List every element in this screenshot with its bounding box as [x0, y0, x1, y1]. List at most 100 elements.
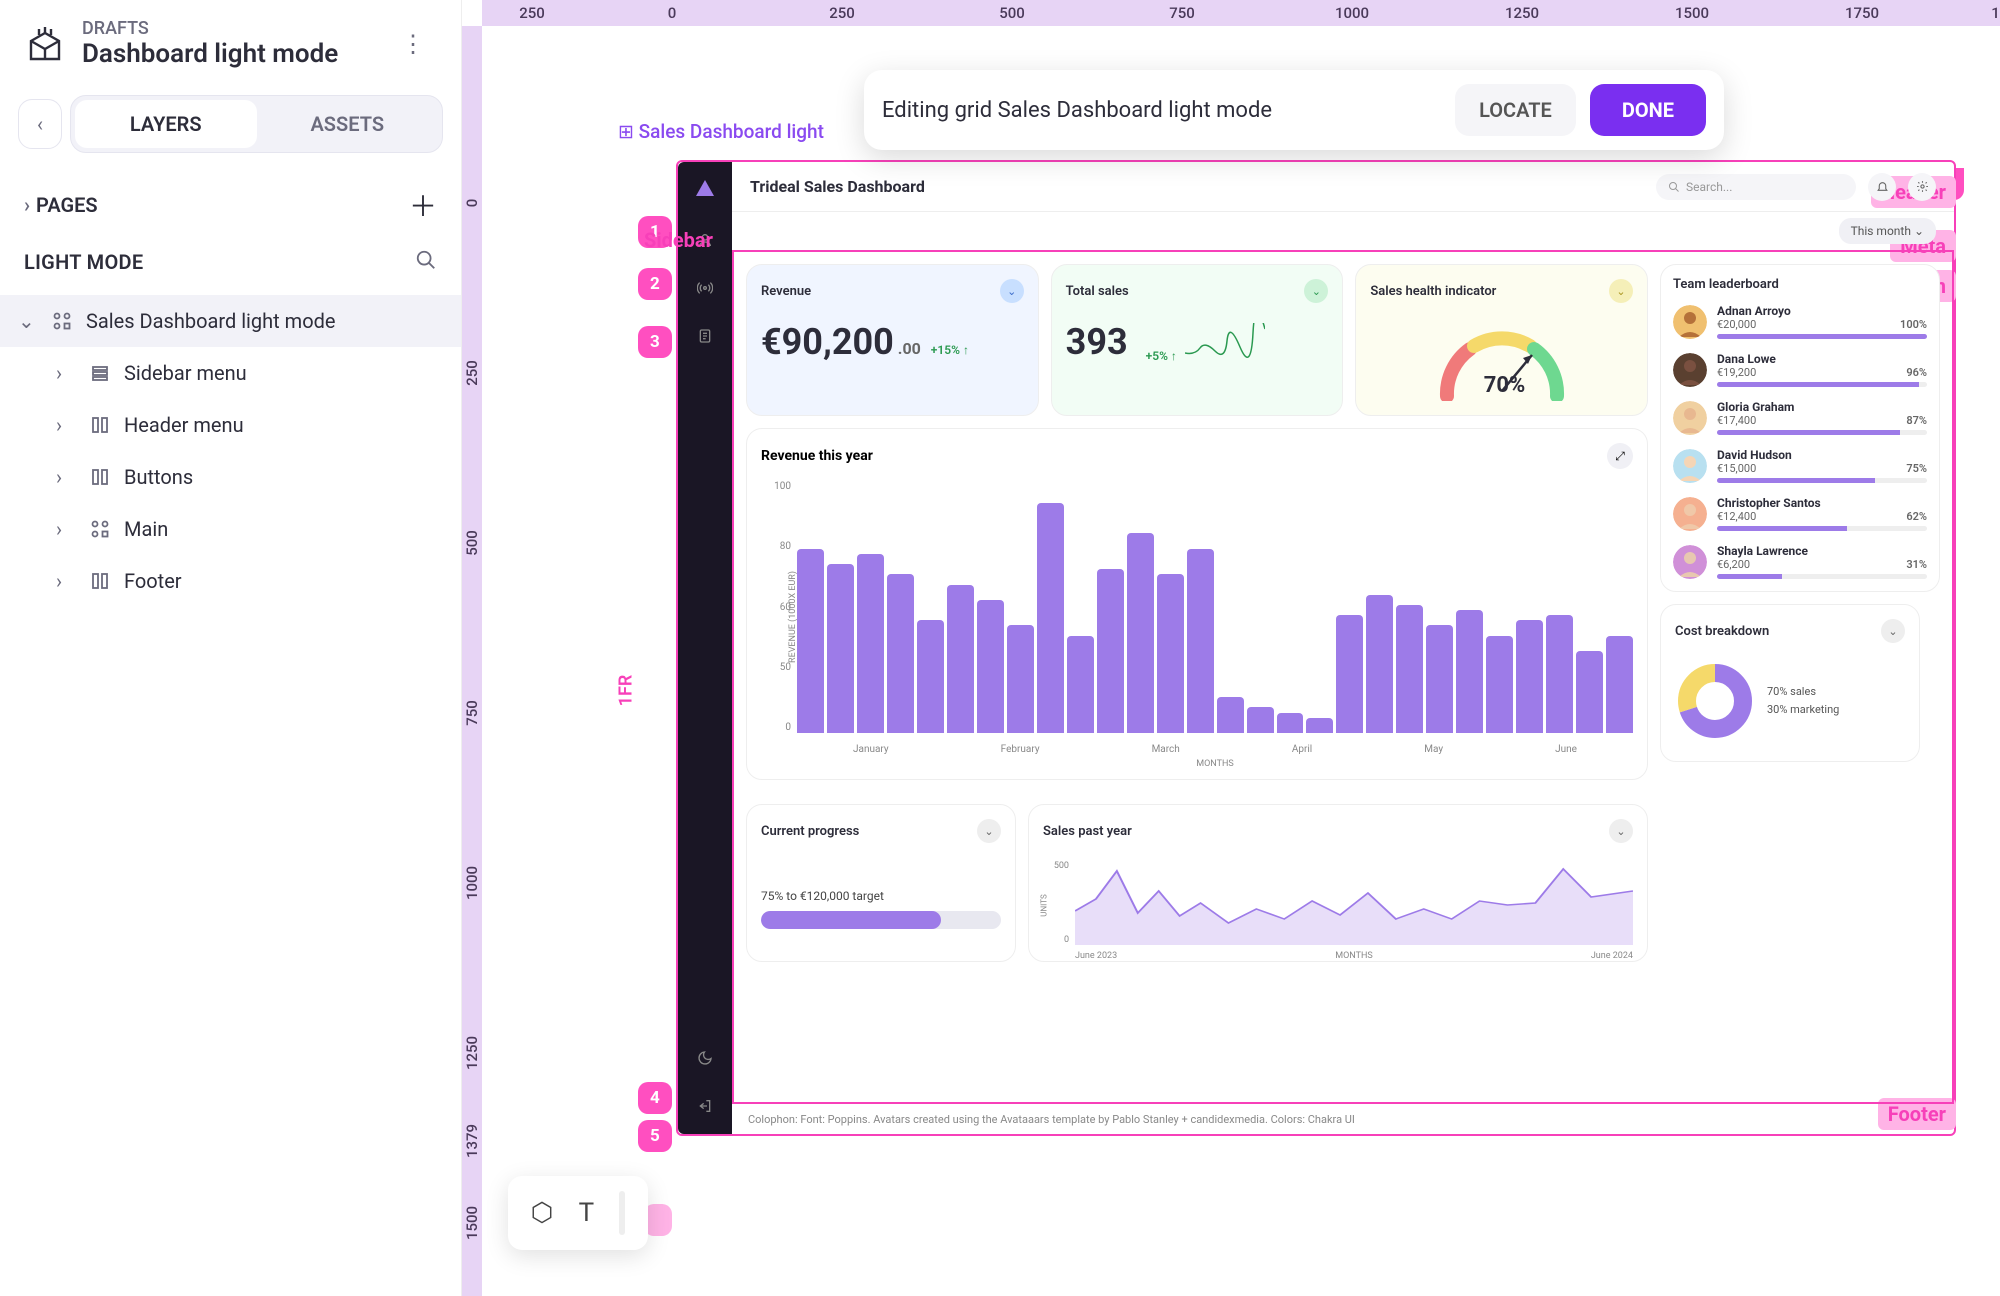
region-tag-sidebar: Sidebar	[644, 228, 713, 252]
dash-main: Revenue⌄ €90,200.00+15% ↑ Total sales⌄ 3…	[732, 250, 1954, 1104]
dash-title: Trideal Sales Dashboard	[750, 177, 1644, 196]
gear-icon[interactable]	[1908, 173, 1936, 201]
tree-label: Buttons	[124, 465, 193, 489]
leader-item[interactable]: Shayla Lawrence€6,20031%	[1673, 544, 1927, 579]
project-icon	[24, 23, 66, 65]
tree-label: Sidebar menu	[124, 361, 247, 385]
chevron-down-icon[interactable]: ⌄	[1881, 619, 1905, 643]
grid-icon	[50, 309, 74, 333]
section-row: LIGHT MODE	[0, 235, 461, 289]
project-drafts-label: DRAFTS	[82, 18, 373, 39]
card-leaderboard: Team leaderboard Adnan Arroyo€20,000100%…	[1660, 264, 1940, 592]
donut-chart	[1675, 661, 1755, 741]
bar-chart: JanuaryFebruaryMarchAprilMayJuneMONTHS	[797, 477, 1633, 757]
columns-icon	[88, 465, 112, 489]
leader-item[interactable]: Christopher Santos€12,40062%	[1673, 496, 1927, 531]
chart-x-axis: JanuaryFebruaryMarchAprilMayJune	[797, 744, 1633, 755]
chevron-down-icon[interactable]: ⌄	[977, 819, 1001, 843]
tree-label: Main	[124, 517, 168, 541]
logout-icon[interactable]	[691, 1092, 719, 1120]
chart-y-axis: 1008060500REVENUE (1000X EUR)	[761, 477, 797, 757]
dash-search-input[interactable]: Search...	[1656, 174, 1856, 200]
card-sales-past-year: Sales past year⌄ 5000UNITS June 2023MONT…	[1028, 804, 1648, 962]
columns-icon	[88, 569, 112, 593]
search-icon[interactable]	[415, 249, 437, 275]
period-selector[interactable]: This month ⌄	[1839, 218, 1936, 244]
tree-item-footer[interactable]: › Footer	[0, 555, 461, 607]
card-total-sales: Total sales⌄ 393+5% ↑	[1051, 264, 1344, 416]
bell-icon[interactable]	[1868, 173, 1896, 201]
tab-layers[interactable]: LAYERS	[75, 100, 257, 148]
leader-item[interactable]: Adnan Arroyo€20,000100%	[1673, 304, 1927, 339]
leader-item[interactable]: Gloria Graham€17,40087%	[1673, 400, 1927, 435]
tab-assets[interactable]: ASSETS	[257, 100, 439, 148]
add-page-button[interactable]: ＋	[409, 185, 437, 225]
grid-tab-row-3[interactable]: 3	[638, 326, 672, 358]
card-health-indicator: Sales health indicator⌄ 70%	[1355, 264, 1648, 416]
tree-item-sidebar-menu[interactable]: › Sidebar menu	[0, 347, 461, 399]
chevron-down-icon[interactable]: ⌄	[1609, 279, 1633, 303]
card-revenue: Revenue⌄ €90,200.00+15% ↑	[746, 264, 1039, 416]
text-tool-icon[interactable]: T	[579, 1198, 595, 1228]
tree-label: Header menu	[124, 413, 244, 437]
project-title: Dashboard light mode	[82, 39, 373, 69]
avatar	[1673, 497, 1707, 531]
grid-icon	[88, 517, 112, 541]
grid-tab-row-4[interactable]: 4	[638, 1082, 672, 1114]
chevron-down-icon[interactable]: ⌄	[1304, 279, 1328, 303]
document-icon[interactable]	[691, 322, 719, 350]
done-button[interactable]: DONE	[1590, 84, 1706, 136]
dash-logo-icon	[693, 176, 717, 206]
grid-tab-row-5[interactable]: 5	[638, 1120, 672, 1152]
moon-icon[interactable]	[691, 1044, 719, 1072]
avatar	[1673, 305, 1707, 339]
tree-label: Sales Dashboard light mode	[86, 309, 336, 333]
chevron-right-icon: ›	[56, 361, 76, 385]
tree-label: Footer	[124, 569, 182, 593]
editor-left-panel: DRAFTS Dashboard light mode ⋮ ‹ LAYERS A…	[0, 0, 462, 1296]
dash-header: Trideal Sales Dashboard Search...	[732, 162, 1954, 212]
locate-button[interactable]: LOCATE	[1455, 84, 1576, 136]
dash-meta: This month ⌄	[732, 212, 1954, 250]
chevron-right-icon: ›	[56, 465, 76, 489]
back-button[interactable]: ‹	[18, 99, 62, 149]
pages-chevron-icon[interactable]: ›	[24, 193, 30, 217]
ruler-vertical: 0 250 500 750 1000 1250 1379 1500	[462, 26, 482, 1296]
leader-item[interactable]: Dana Lowe€19,20096%	[1673, 352, 1927, 387]
tree-item-main[interactable]: › Main	[0, 503, 461, 555]
dash-footer: Colophon: Font: Poppins. Avatars created…	[732, 1104, 1954, 1134]
section-label[interactable]: LIGHT MODE	[24, 250, 143, 274]
chevron-right-icon: ›	[56, 517, 76, 541]
area-chart: June 2023MONTHSJune 2024	[1075, 861, 1633, 961]
tree-item-header-menu[interactable]: › Header menu	[0, 399, 461, 451]
card-revenue-chart: Revenue this year⤢ 1008060500REVENUE (10…	[746, 428, 1648, 780]
shape-tool-icon[interactable]: ⬡	[531, 1198, 554, 1228]
avatar	[1673, 401, 1707, 435]
broadcast-icon[interactable]	[691, 274, 719, 302]
artboard[interactable]: Header Meta Main Footer Trideal Sales Da…	[676, 160, 1956, 1136]
expand-icon[interactable]: ⤢	[1607, 443, 1633, 469]
grid-edit-toolbar: Editing grid Sales Dashboard light mode …	[864, 70, 1724, 150]
avatar	[1673, 545, 1707, 579]
chevron-down-icon[interactable]: ⌄	[1000, 279, 1024, 303]
canvas[interactable]: 250 0 250 500 750 1000 1250 1500 1750 19…	[462, 0, 2000, 1296]
tool-palette: ⬡ T	[508, 1176, 648, 1250]
project-menu-button[interactable]: ⋮	[389, 22, 437, 66]
project-header: DRAFTS Dashboard light mode ⋮	[0, 0, 461, 87]
tree-item-buttons[interactable]: › Buttons	[0, 451, 461, 503]
tree-item-sales-dashboard[interactable]: ⌄ Sales Dashboard light mode	[0, 295, 461, 347]
leader-item[interactable]: David Hudson€15,00075%	[1673, 448, 1927, 483]
pages-label[interactable]: PAGES	[36, 193, 98, 217]
grid-tab-row-2[interactable]: 2	[638, 268, 672, 300]
progress-bar	[761, 911, 1001, 929]
frame-label[interactable]: Sales Dashboard light	[618, 120, 824, 143]
chevron-down-icon[interactable]: ⌄	[1609, 819, 1633, 843]
grid-handle[interactable]	[644, 1204, 672, 1236]
panel-tabs-row: ‹ LAYERS ASSETS	[0, 87, 461, 167]
layer-tree: ⌄ Sales Dashboard light mode › Sidebar m…	[0, 289, 461, 613]
pages-row: ›PAGES ＋	[0, 167, 461, 235]
search-icon	[1668, 181, 1680, 193]
divider	[619, 1191, 625, 1235]
columns-icon	[88, 413, 112, 437]
gauge-chart: 70%	[1432, 321, 1572, 401]
